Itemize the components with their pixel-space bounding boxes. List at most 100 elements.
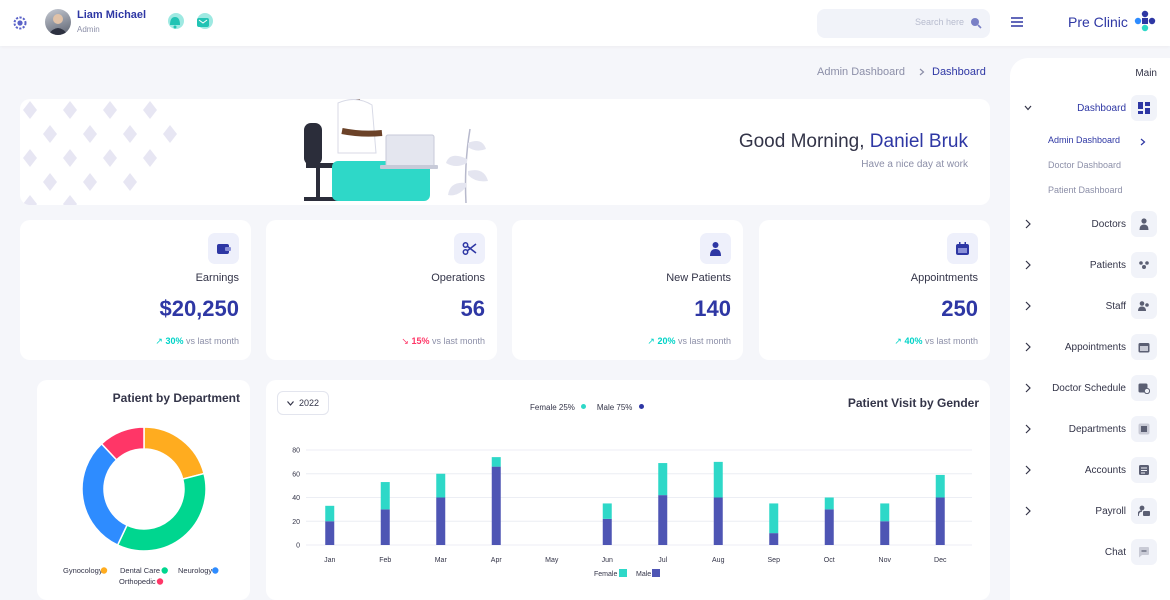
sidebar-item-appointments[interactable]: Appointments xyxy=(1010,334,1170,362)
trend-suffix: vs last month xyxy=(431,336,485,346)
trend-up-icon: ↗ xyxy=(894,336,902,346)
sidebar-item-payroll[interactable]: Payroll xyxy=(1010,498,1170,526)
bar-female-apr[interactable] xyxy=(491,457,501,467)
bar-female-nov[interactable] xyxy=(880,503,890,522)
stat-card-appointments[interactable]: Appointments 250 ↗ 40% vs last month xyxy=(759,220,990,360)
bar-male-apr[interactable] xyxy=(491,466,501,545)
chevron-right-icon xyxy=(1025,465,1031,475)
bar-male-dec[interactable] xyxy=(935,497,945,546)
search-icon[interactable] xyxy=(970,17,982,29)
x-tick-label: Nov xyxy=(879,557,892,564)
sidebar-item-dashboard[interactable]: Dashboard xyxy=(1010,95,1170,123)
y-tick-label: 60 xyxy=(292,471,300,478)
card-trend: ↗ 30% vs last month xyxy=(155,336,239,347)
card-value: 56 xyxy=(460,296,485,321)
brand-name[interactable]: Pre Clinic xyxy=(1068,14,1128,30)
x-tick-label: Apr xyxy=(491,557,503,564)
y-tick-label: 80 xyxy=(292,448,300,455)
donut-slice-neurology[interactable] xyxy=(81,442,128,547)
x-tick-label: Oct xyxy=(824,557,835,564)
greeting-text: Good Morning, xyxy=(738,131,865,152)
breadcrumb-parent[interactable]: Admin Dashboard xyxy=(817,66,905,78)
trend-suffix: vs last month xyxy=(677,336,731,346)
sidebar-section-label: Main xyxy=(1135,68,1157,79)
donut-slice-gynocology[interactable] xyxy=(143,426,205,480)
chevron-right-icon xyxy=(1025,301,1031,311)
user-name[interactable]: Liam Michael xyxy=(77,9,146,21)
brand-logo-icon[interactable] xyxy=(1134,10,1156,32)
sidebar: Main Dashboard Admin Dashboard Doctor Da… xyxy=(1010,58,1170,600)
user-role: Admin xyxy=(77,25,100,34)
sidebar-item-doctor-schedule[interactable]: Doctor Schedule xyxy=(1010,375,1170,403)
sidebar-item-departments[interactable]: Departments xyxy=(1010,416,1170,444)
donut-legend-label: Gynocology xyxy=(63,566,103,575)
bar-male-feb[interactable] xyxy=(380,509,390,545)
bar-male-jul[interactable] xyxy=(658,495,668,545)
bar-female-mar[interactable] xyxy=(436,473,446,498)
bar-male-mar[interactable] xyxy=(436,497,446,546)
sidebar-item-chat[interactable]: Chat xyxy=(1010,539,1170,567)
chevron-right-icon xyxy=(1025,506,1031,516)
bar-female-jul[interactable] xyxy=(658,463,668,496)
bar-female-sep[interactable] xyxy=(769,503,779,534)
bar-female-dec[interactable] xyxy=(935,474,945,498)
chat-icon xyxy=(1131,539,1157,565)
sidebar-item-staff[interactable]: Staff xyxy=(1010,293,1170,321)
bottom-legend-female: Female xyxy=(594,571,617,578)
bar-chart: 0 20 40 60 80 Jan Feb Mar Apr May Jun Jul Aug Sep Oct N… xyxy=(292,448,972,578)
calendar-icon xyxy=(947,233,978,264)
donut-slice-dental-care[interactable] xyxy=(116,472,207,552)
donut-legend-label: Neurology xyxy=(178,566,212,575)
stat-card-operations[interactable]: Operations 56 ↘ 15% vs last month xyxy=(266,220,497,360)
chevron-right-icon xyxy=(1140,138,1146,146)
sidebar-item-label: Doctors xyxy=(1091,219,1126,230)
card-title: Appointments xyxy=(910,272,978,284)
breadcrumb-current: Dashboard xyxy=(932,66,986,78)
doctor-icon xyxy=(1131,211,1157,237)
bar-female-jan[interactable] xyxy=(325,505,335,522)
sidebar-subitem-admin-dashboard[interactable]: Admin Dashboard xyxy=(1048,135,1120,145)
donut-legend-dot xyxy=(161,567,168,574)
bar-female-feb[interactable] xyxy=(380,482,390,510)
x-tick-label: Sep xyxy=(768,557,781,564)
messages-icon[interactable] xyxy=(193,11,215,33)
sidebar-item-patients[interactable]: Patients xyxy=(1010,252,1170,280)
x-tick-label: Aug xyxy=(712,557,725,564)
trend-up-icon: ↗ xyxy=(647,336,655,346)
sidebar-subitem-patient-dashboard[interactable]: Patient Dashboard xyxy=(1048,185,1123,195)
card-title: New Patients xyxy=(666,272,731,284)
dashboard-icon xyxy=(1131,95,1157,121)
bar-male-jan[interactable] xyxy=(325,521,335,545)
bar-female-jun[interactable] xyxy=(602,503,612,519)
notification-bell-icon[interactable] xyxy=(164,11,186,33)
bar-male-aug[interactable] xyxy=(713,497,723,546)
bar-male-nov[interactable] xyxy=(880,521,890,545)
chevron-right-icon xyxy=(1025,219,1031,229)
settings-icon[interactable] xyxy=(12,15,28,31)
avatar[interactable] xyxy=(45,9,71,35)
menu-toggle-icon[interactable] xyxy=(1011,16,1023,28)
sidebar-subitem-doctor-dashboard[interactable]: Doctor Dashboard xyxy=(1048,160,1121,170)
bar-female-aug[interactable] xyxy=(713,461,723,498)
x-tick-label: Jan xyxy=(324,557,335,564)
search-placeholder: Search here xyxy=(914,17,964,27)
trend-percent: 15% xyxy=(411,336,430,346)
accounts-icon xyxy=(1131,457,1157,483)
donut-legend-dot xyxy=(156,578,164,585)
sidebar-item-accounts[interactable]: Accounts xyxy=(1010,457,1170,485)
chevron-down-icon xyxy=(1024,105,1032,111)
search-input[interactable]: Search here xyxy=(817,9,990,38)
bar-female-oct[interactable] xyxy=(824,497,834,510)
trend-percent: 20% xyxy=(657,336,676,346)
trend-percent: 30% xyxy=(165,336,184,346)
bar-male-jun[interactable] xyxy=(602,518,612,545)
x-tick-label: Jun xyxy=(602,557,613,564)
stat-card-new-patients[interactable]: New Patients 140 ↗ 20% vs last month xyxy=(512,220,743,360)
bar-male-oct[interactable] xyxy=(824,509,834,545)
trend-suffix: vs last month xyxy=(924,336,978,346)
sidebar-item-label: Accounts xyxy=(1084,465,1126,476)
sidebar-item-label: Payroll xyxy=(1095,506,1126,517)
stat-card-earnings[interactable]: Earnings $20,250 ↗ 30% vs last month xyxy=(20,220,251,360)
bar-male-sep[interactable] xyxy=(769,533,779,545)
sidebar-item-doctors[interactable]: Doctors xyxy=(1010,211,1170,239)
